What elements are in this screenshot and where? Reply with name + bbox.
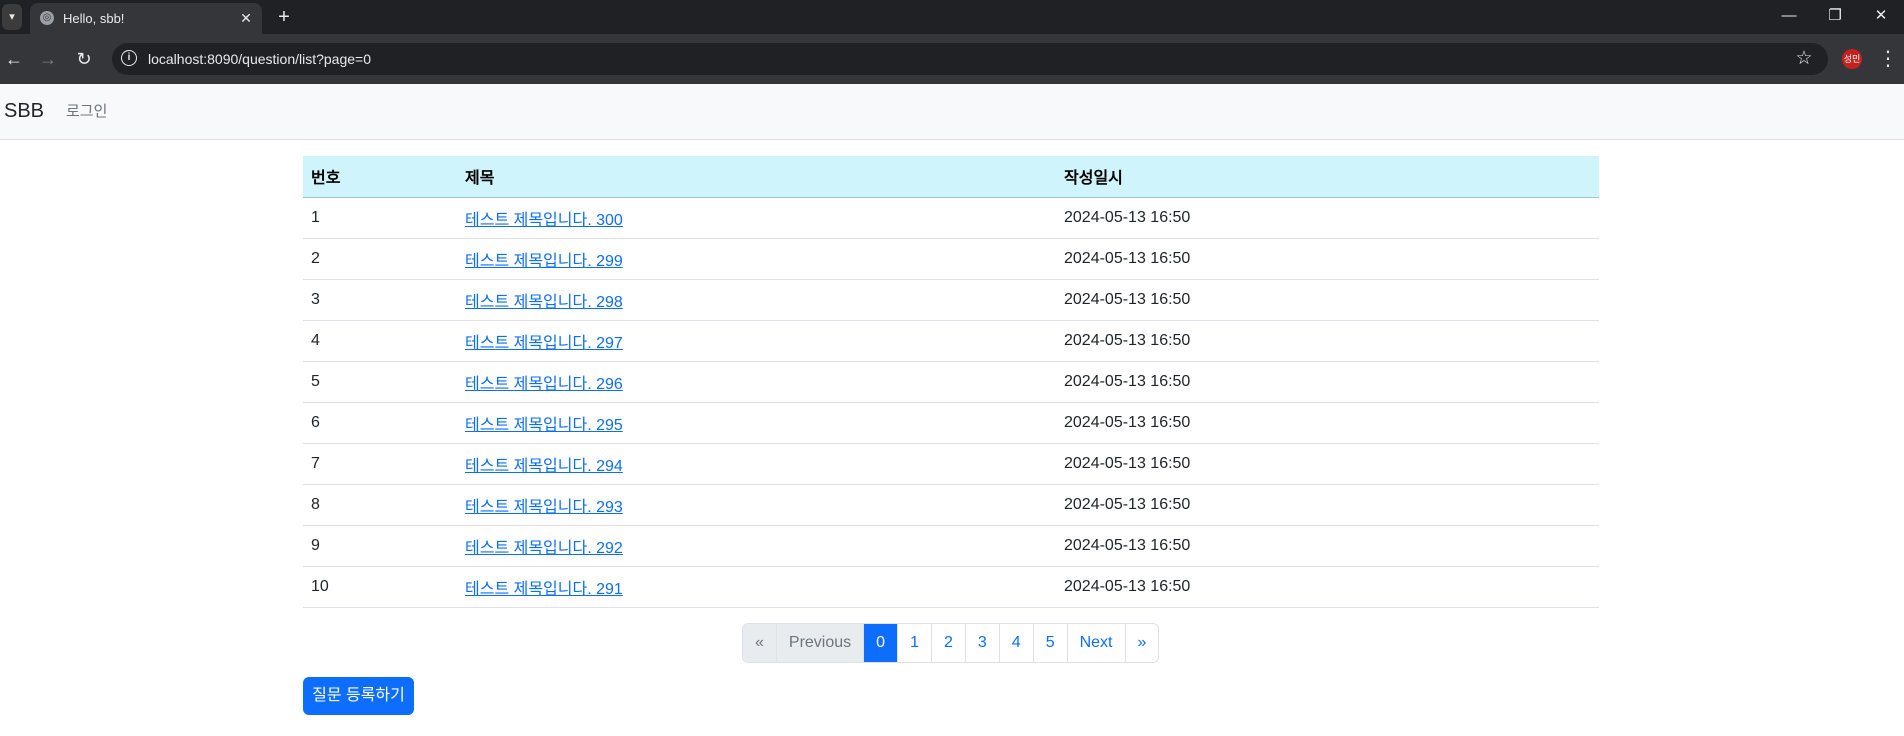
row-date: 2024-05-13 16:50 xyxy=(1056,238,1599,280)
table-row: 9 테스트 제목입니다. 292 2024-05-13 16:50 xyxy=(303,525,1599,567)
subject-link[interactable]: 테스트 제목입니다. 295 xyxy=(465,417,623,434)
profile-avatar[interactable]: 성민 xyxy=(1842,49,1862,69)
row-subject: 테스트 제목입니다. 299 xyxy=(457,238,1056,280)
row-number: 10 xyxy=(303,566,457,608)
row-subject: 테스트 제목입니다. 295 xyxy=(457,402,1056,444)
subject-link[interactable]: 테스트 제목입니다. 293 xyxy=(465,499,623,516)
browser-tab[interactable]: ◎ Hello, sbb! ✕ xyxy=(30,3,262,34)
restore-window-icon[interactable]: ❐ xyxy=(1812,0,1858,32)
subject-link[interactable]: 테스트 제목입니다. 300 xyxy=(465,212,623,229)
subject-link[interactable]: 테스트 제목입니다. 297 xyxy=(465,335,623,352)
page-3-button[interactable]: 3 xyxy=(964,624,999,662)
row-number: 1 xyxy=(303,197,457,239)
row-number: 3 xyxy=(303,279,457,321)
table-row: 8 테스트 제목입니다. 293 2024-05-13 16:50 xyxy=(303,484,1599,526)
row-subject: 테스트 제목입니다. 297 xyxy=(457,320,1056,362)
table-header: 번호 제목 작성일시 xyxy=(303,156,1599,198)
question-table: 번호 제목 작성일시 1 테스트 제목입니다. 300 2024-05-13 1… xyxy=(303,156,1599,608)
table-row: 2 테스트 제목입니다. 299 2024-05-13 16:50 xyxy=(303,238,1599,280)
subject-link[interactable]: 테스트 제목입니다. 294 xyxy=(465,458,623,475)
row-number: 6 xyxy=(303,402,457,444)
table-row: 6 테스트 제목입니다. 295 2024-05-13 16:50 xyxy=(303,402,1599,444)
table-row: 4 테스트 제목입니다. 297 2024-05-13 16:50 xyxy=(303,320,1599,362)
header-number: 번호 xyxy=(303,156,457,198)
close-window-icon[interactable]: ✕ xyxy=(1858,0,1904,32)
page-previous-button[interactable]: Previous xyxy=(775,624,864,662)
page-5-button[interactable]: 5 xyxy=(1032,624,1067,662)
row-subject: 테스트 제목입니다. 300 xyxy=(457,197,1056,239)
browser-toolbar: ← → ↻ i localhost:8090/question/list?pag… xyxy=(0,34,1904,84)
row-subject: 테스트 제목입니다. 298 xyxy=(457,279,1056,321)
page-last-button[interactable]: » xyxy=(1124,624,1159,662)
row-subject: 테스트 제목입니다. 294 xyxy=(457,443,1056,485)
row-date: 2024-05-13 16:50 xyxy=(1056,279,1599,321)
forward-arrow-icon[interactable]: → xyxy=(36,47,60,71)
row-number: 5 xyxy=(303,361,457,403)
new-tab-icon[interactable]: + xyxy=(272,5,296,29)
subject-link[interactable]: 테스트 제목입니다. 296 xyxy=(465,376,623,393)
row-subject: 테스트 제목입니다. 292 xyxy=(457,525,1056,567)
ask-question-button[interactable]: 질문 등록하기 xyxy=(303,677,414,715)
page-1-button[interactable]: 1 xyxy=(897,624,931,662)
subject-link[interactable]: 테스트 제목입니다. 292 xyxy=(465,540,623,557)
header-created-date: 작성일시 xyxy=(1056,156,1599,198)
header-subject: 제목 xyxy=(457,156,1056,198)
page-2-button[interactable]: 2 xyxy=(930,624,965,662)
browser-tabstrip: ▾ ◎ Hello, sbb! ✕ + — ❐ ✕ xyxy=(0,0,1904,34)
table-row: 1 테스트 제목입니다. 300 2024-05-13 16:50 xyxy=(303,197,1599,239)
tab-search-chevron-icon[interactable]: ▾ xyxy=(2,4,22,30)
row-number: 9 xyxy=(303,525,457,567)
tab-title: Hello, sbb! xyxy=(63,11,125,26)
table-body: 1 테스트 제목입니다. 300 2024-05-13 16:50 2 테스트 … xyxy=(303,197,1599,608)
row-subject: 테스트 제목입니다. 291 xyxy=(457,566,1056,608)
row-subject: 테스트 제목입니다. 293 xyxy=(457,484,1056,526)
back-arrow-icon[interactable]: ← xyxy=(2,47,26,71)
row-number: 8 xyxy=(303,484,457,526)
row-date: 2024-05-13 16:50 xyxy=(1056,197,1599,239)
page-4-button[interactable]: 4 xyxy=(998,624,1033,662)
address-bar[interactable]: i localhost:8090/question/list?page=0 ☆ xyxy=(112,43,1828,75)
table-header-row: 번호 제목 작성일시 xyxy=(303,156,1599,198)
row-subject: 테스트 제목입니다. 296 xyxy=(457,361,1056,403)
row-number: 4 xyxy=(303,320,457,362)
page-first-button[interactable]: « xyxy=(743,624,776,662)
subject-link[interactable]: 테스트 제목입니다. 298 xyxy=(465,294,623,311)
table-row: 10 테스트 제목입니다. 291 2024-05-13 16:50 xyxy=(303,566,1599,608)
globe-favicon-icon: ◎ xyxy=(40,11,54,25)
page-next-button[interactable]: Next xyxy=(1066,624,1125,662)
bookmark-star-icon[interactable]: ☆ xyxy=(1792,47,1816,71)
nav-login-link[interactable]: 로그인 xyxy=(66,84,107,139)
subject-link[interactable]: 테스트 제목입니다. 291 xyxy=(465,581,623,598)
tab-close-icon[interactable]: ✕ xyxy=(238,10,254,26)
subject-link[interactable]: 테스트 제목입니다. 299 xyxy=(465,253,623,270)
site-navbar: SBB 로그인 xyxy=(0,84,1904,140)
row-date: 2024-05-13 16:50 xyxy=(1056,484,1599,526)
row-number: 2 xyxy=(303,238,457,280)
table-row: 3 테스트 제목입니다. 298 2024-05-13 16:50 xyxy=(303,279,1599,321)
row-date: 2024-05-13 16:50 xyxy=(1056,525,1599,567)
minimize-window-icon[interactable]: — xyxy=(1766,0,1812,32)
browser-menu-icon[interactable]: ⋮ xyxy=(1878,47,1898,71)
table-row: 5 테스트 제목입니다. 296 2024-05-13 16:50 xyxy=(303,361,1599,403)
row-date: 2024-05-13 16:50 xyxy=(1056,320,1599,362)
reload-icon[interactable]: ↻ xyxy=(72,47,96,71)
page-0-button[interactable]: 0 xyxy=(863,624,898,662)
row-date: 2024-05-13 16:50 xyxy=(1056,566,1599,608)
pagination: « Previous 0 1 2 3 4 5 Next » xyxy=(742,623,1160,663)
table-row: 7 테스트 제목입니다. 294 2024-05-13 16:50 xyxy=(303,443,1599,485)
row-date: 2024-05-13 16:50 xyxy=(1056,361,1599,403)
row-date: 2024-05-13 16:50 xyxy=(1056,402,1599,444)
row-number: 7 xyxy=(303,443,457,485)
row-date: 2024-05-13 16:50 xyxy=(1056,443,1599,485)
site-info-icon[interactable]: i xyxy=(121,50,137,66)
url-text[interactable]: localhost:8090/question/list?page=0 xyxy=(148,43,371,75)
navbar-brand[interactable]: SBB xyxy=(4,84,44,139)
